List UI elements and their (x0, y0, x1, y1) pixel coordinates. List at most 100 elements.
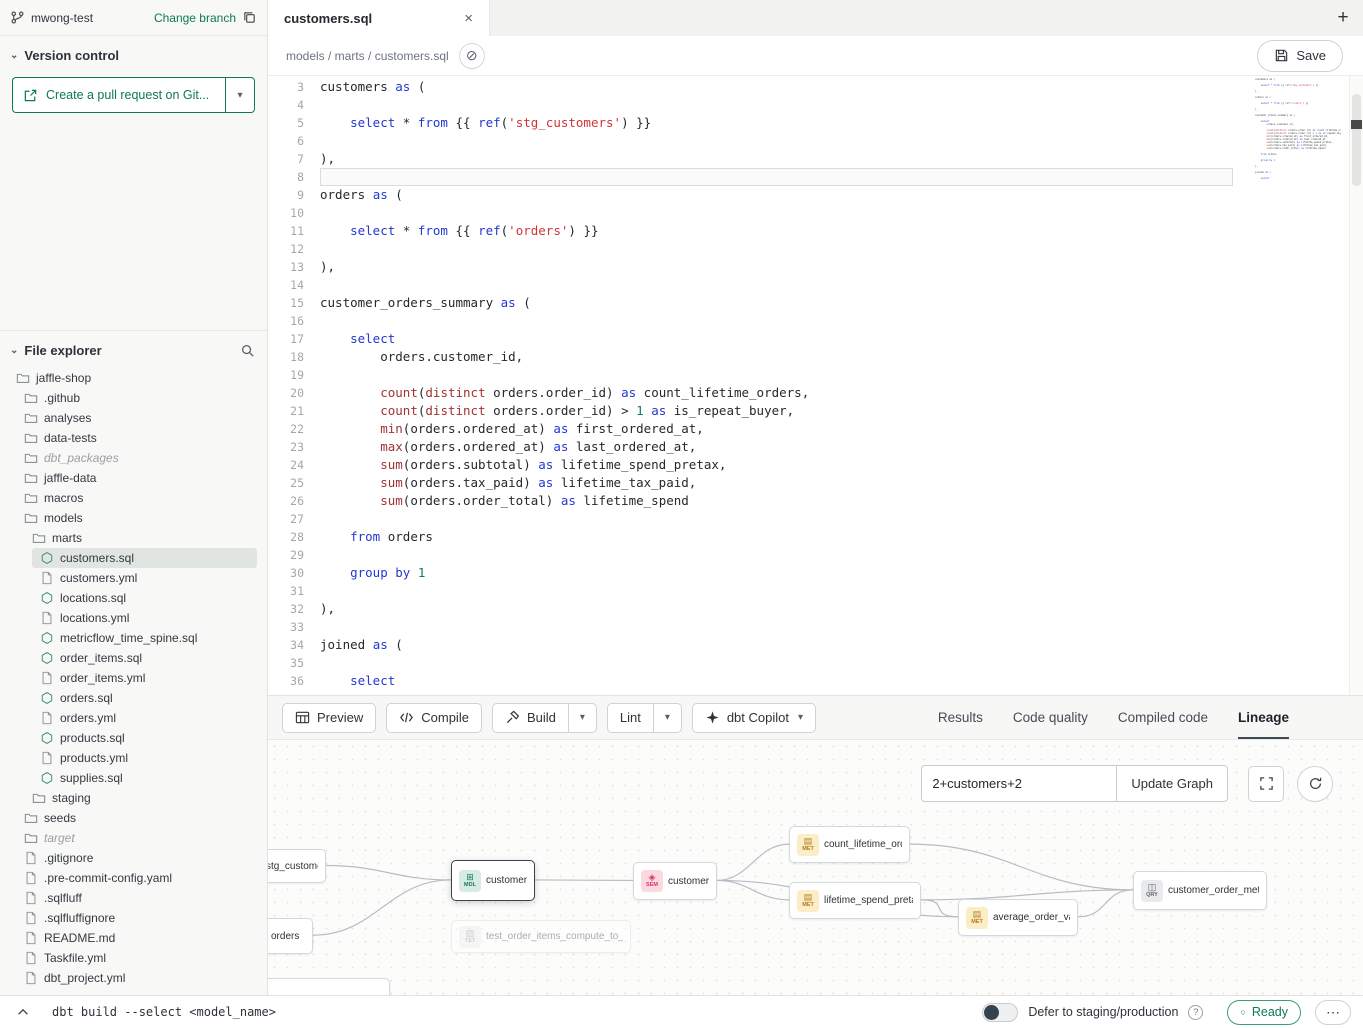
code-line-31[interactable] (320, 582, 1363, 600)
lineage-node-stg-customers[interactable]: ⊞MDLstg_customers (268, 849, 326, 883)
file-tree-item--sqlfluff[interactable]: .sqlfluff (16, 888, 257, 908)
file-tree-item-orders-sql[interactable]: orders.sql (32, 688, 257, 708)
change-branch-link[interactable]: Change branch (154, 11, 236, 25)
lineage-panel[interactable]: ⊞MDLstg_customers ⊞MDLorders ⊞MDLcustomers… (268, 739, 1363, 995)
minimap[interactable]: customers as ( select * from {{ ref('stg… (1255, 78, 1341, 180)
file-tree-item-data-tests[interactable]: data-tests (16, 428, 257, 448)
lineage-selector-input[interactable] (921, 765, 1117, 802)
file-tree-item-customers-sql[interactable]: customers.sql (32, 548, 257, 568)
code-line-20[interactable]: count(distinct orders.order_id) as count… (320, 384, 1363, 402)
code-line-35[interactable] (320, 654, 1363, 672)
code-line-5[interactable]: select * from {{ ref('stg_customers') }} (320, 114, 1363, 132)
code-line-7[interactable]: ), (320, 150, 1363, 168)
new-tab-button[interactable]: + (1323, 0, 1363, 36)
code-line-8[interactable] (320, 168, 1233, 186)
file-tree-item-order-items-sql[interactable]: order_items.sql (32, 648, 257, 668)
code-line-14[interactable] (320, 276, 1363, 294)
code-line-33[interactable] (320, 618, 1363, 636)
tab-results[interactable]: Results (938, 696, 983, 739)
code-line-26[interactable]: sum(orders.order_total) as lifetime_spen… (320, 492, 1363, 510)
refresh-icon[interactable] (1297, 766, 1333, 802)
ready-status-badge[interactable]: ○ Ready (1227, 1000, 1301, 1025)
code-line-17[interactable]: select (320, 330, 1363, 348)
file-tree-item-dbt-project-yml[interactable]: dbt_project.yml (16, 968, 257, 988)
file-tree-item-locations-sql[interactable]: locations.sql (32, 588, 257, 608)
save-button[interactable]: Save (1257, 40, 1343, 72)
code-editor[interactable]: 3456789101112131415161718192021222324252… (268, 76, 1363, 695)
close-icon[interactable]: × (460, 10, 477, 27)
lineage-node-average-order-value[interactable]: ▤METaverage_order_value (958, 899, 1078, 936)
file-tree-item-metricflow-time-spine-sql[interactable]: metricflow_time_spine.sql (32, 628, 257, 648)
version-control-header[interactable]: ⌄ Version control (0, 36, 267, 71)
code-line-30[interactable]: group by 1 (320, 564, 1363, 582)
lineage-node-orders[interactable]: ⊞MDLorders (268, 918, 313, 954)
code-line-27[interactable] (320, 510, 1363, 528)
file-tree-item-marts[interactable]: marts (24, 528, 257, 548)
copy-icon[interactable] (242, 10, 257, 25)
lineage-node-customers-sem[interactable]: ◈SEMcustomers (633, 862, 717, 900)
file-tree-item-dbt-packages[interactable]: dbt_packages (16, 448, 257, 468)
code-line-29[interactable] (320, 546, 1363, 564)
tab-code-quality[interactable]: Code quality (1013, 696, 1088, 739)
file-tree-item-orders-yml[interactable]: orders.yml (32, 708, 257, 728)
create-pr-dropdown-button[interactable]: ▾ (225, 77, 255, 113)
code-line-19[interactable] (320, 366, 1363, 384)
code-line-3[interactable]: customers as ( (320, 78, 1363, 96)
chevron-up-icon[interactable] (12, 1001, 34, 1023)
code-line-28[interactable]: from orders (320, 528, 1363, 546)
code-line-34[interactable]: joined as ( (320, 636, 1363, 654)
code-line-4[interactable] (320, 96, 1363, 114)
code-line-24[interactable]: sum(orders.subtotal) as lifetime_spend_p… (320, 456, 1363, 474)
scrollbar-thumb[interactable] (1352, 94, 1361, 186)
code-line-6[interactable] (320, 132, 1363, 150)
file-tree-item-seeds[interactable]: seeds (16, 808, 257, 828)
fullscreen-icon[interactable] (1248, 766, 1284, 802)
tab-compiled-code[interactable]: Compiled code (1118, 696, 1208, 739)
file-tree-item-products-sql[interactable]: products.sql (32, 728, 257, 748)
more-icon[interactable]: ⋯ (1315, 1000, 1351, 1025)
file-tree-item-analyses[interactable]: analyses (16, 408, 257, 428)
file-tree-item-customers-yml[interactable]: customers.yml (32, 568, 257, 588)
code-line-22[interactable]: min(orders.ordered_at) as first_ordered_… (320, 420, 1363, 438)
file-tree-item-locations-yml[interactable]: locations.yml (32, 608, 257, 628)
editor-scrollbar[interactable] (1349, 76, 1363, 695)
file-tree-item-order-items-yml[interactable]: order_items.yml (32, 668, 257, 688)
code-line-11[interactable]: select * from {{ ref('orders') }} (320, 222, 1363, 240)
file-tree-item-models[interactable]: models (16, 508, 257, 528)
file-explorer-header[interactable]: ⌄ File explorer (0, 331, 267, 366)
file-tree-item--pre-commit-config-yaml[interactable]: .pre-commit-config.yaml (16, 868, 257, 888)
code-line-15[interactable]: customer_orders_summary as ( (320, 294, 1363, 312)
code-line-13[interactable]: ), (320, 258, 1363, 276)
file-tree-item-taskfile-yml[interactable]: Taskfile.yml (16, 948, 257, 968)
lineage-node-partial-node[interactable] (268, 978, 390, 995)
file-tree-item-target[interactable]: target (16, 828, 257, 848)
compile-button[interactable]: Compile (386, 703, 482, 733)
tab-customers-sql[interactable]: customers.sql × (268, 0, 490, 36)
defer-toggle[interactable] (982, 1003, 1018, 1022)
file-tree-item--github[interactable]: .github (16, 388, 257, 408)
lineage-node-lifetime-spend-pretax[interactable]: ▤METlifetime_spend_pretax (789, 882, 921, 919)
code-line-12[interactable] (320, 240, 1363, 258)
no-entry-icon[interactable]: ⊘ (459, 43, 485, 69)
code-line-25[interactable]: sum(orders.tax_paid) as lifetime_tax_pai… (320, 474, 1363, 492)
tab-lineage[interactable]: Lineage (1238, 696, 1289, 739)
file-tree-item-supplies-sql[interactable]: supplies.sql (32, 768, 257, 788)
code-line-32[interactable]: ), (320, 600, 1363, 618)
code-line-9[interactable]: orders as ( (320, 186, 1363, 204)
create-pr-button[interactable]: Create a pull request on Git... (12, 77, 225, 113)
info-icon[interactable]: ? (1188, 1005, 1203, 1020)
lint-dropdown-button[interactable]: ▾ (654, 703, 682, 733)
code-line-10[interactable] (320, 204, 1363, 222)
code-lines[interactable]: customers as ( select * from {{ ref('stg… (320, 76, 1363, 695)
lineage-node-count-lifetime-orders[interactable]: ▤METcount_lifetime_orders (789, 826, 910, 863)
file-tree-item--sqlfluffignore[interactable]: .sqlfluffignore (16, 908, 257, 928)
lint-button[interactable]: Lint (607, 703, 654, 733)
file-tree-item-products-yml[interactable]: products.yml (32, 748, 257, 768)
code-line-36[interactable]: select (320, 672, 1363, 690)
search-icon[interactable] (240, 343, 255, 358)
code-line-16[interactable] (320, 312, 1363, 330)
lineage-node-customers-mdl[interactable]: ⊞MDLcustomers (451, 860, 535, 901)
code-line-23[interactable]: max(orders.ordered_at) as last_ordered_a… (320, 438, 1363, 456)
file-tree-item-readme-md[interactable]: README.md (16, 928, 257, 948)
build-dropdown-button[interactable]: ▾ (569, 703, 597, 733)
